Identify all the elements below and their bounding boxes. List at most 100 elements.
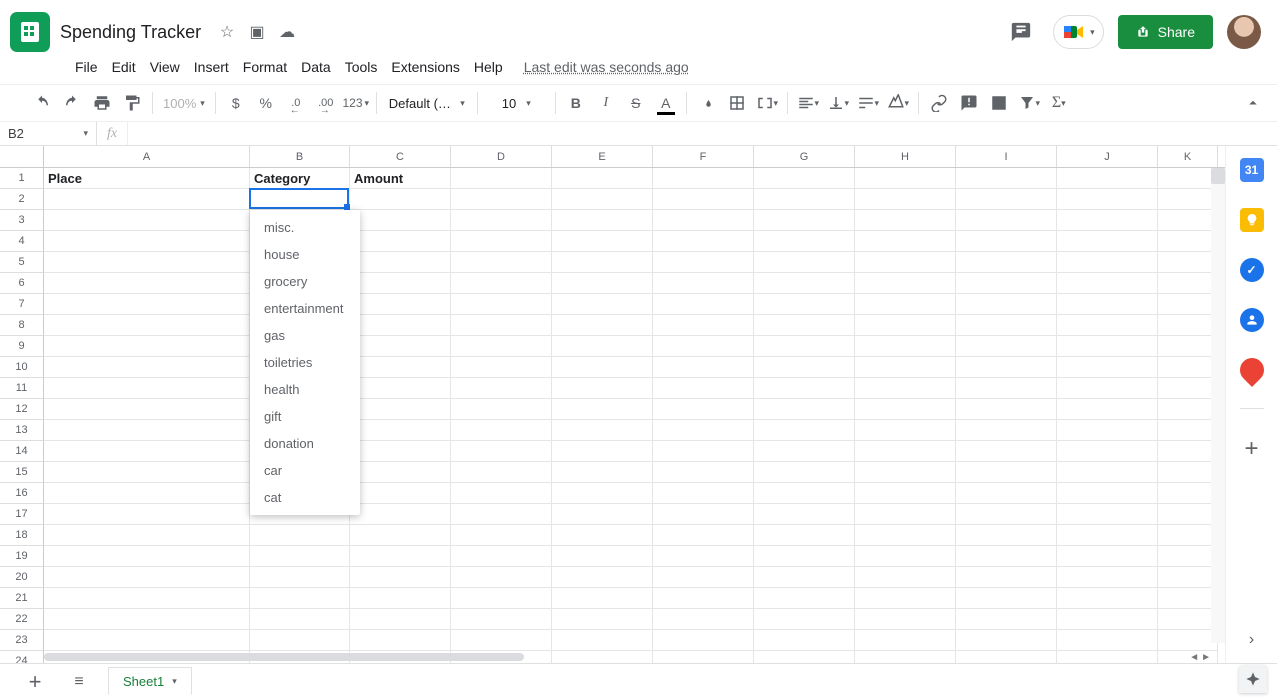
menu-help[interactable]: Help [467, 57, 510, 77]
row-header[interactable]: 20 [0, 567, 44, 588]
cell-B19[interactable] [250, 546, 350, 567]
cell-E11[interactable] [552, 378, 653, 399]
cell-K1[interactable] [1158, 168, 1218, 189]
formula-bar[interactable] [127, 122, 1277, 145]
cell-I14[interactable] [956, 441, 1057, 462]
cell-K18[interactable] [1158, 525, 1218, 546]
valign-button[interactable]: ▾ [824, 89, 852, 117]
cell-H19[interactable] [855, 546, 956, 567]
currency-button[interactable]: $ [222, 89, 250, 117]
add-addon-button[interactable]: + [1244, 435, 1258, 463]
document-title[interactable]: Spending Tracker [60, 22, 201, 43]
cell-C10[interactable] [350, 357, 451, 378]
row-header[interactable]: 8 [0, 315, 44, 336]
cell-D16[interactable] [451, 483, 552, 504]
row-header[interactable]: 11 [0, 378, 44, 399]
zoom-select[interactable]: 100%▾ [159, 96, 209, 111]
cell-A3[interactable] [44, 210, 250, 231]
cell-C15[interactable] [350, 462, 451, 483]
row-header[interactable]: 23 [0, 630, 44, 651]
row-header[interactable]: 21 [0, 588, 44, 609]
cell-E6[interactable] [552, 273, 653, 294]
merge-button[interactable]: ▾ [753, 89, 781, 117]
cell-K15[interactable] [1158, 462, 1218, 483]
cell-E14[interactable] [552, 441, 653, 462]
cell-H16[interactable] [855, 483, 956, 504]
row-header[interactable]: 19 [0, 546, 44, 567]
cell-G14[interactable] [754, 441, 855, 462]
cell-J11[interactable] [1057, 378, 1158, 399]
cell-F23[interactable] [653, 630, 754, 651]
cell-D18[interactable] [451, 525, 552, 546]
cell-I1[interactable] [956, 168, 1057, 189]
row-header[interactable]: 6 [0, 273, 44, 294]
cell-D11[interactable] [451, 378, 552, 399]
column-header-B[interactable]: B [250, 146, 350, 167]
functions-button[interactable]: Σ▾ [1045, 89, 1073, 117]
sheet-tab[interactable]: Sheet1 ▾ [108, 667, 192, 695]
cell-D1[interactable] [451, 168, 552, 189]
validation-dropdown[interactable]: misc.housegroceryentertainmentgastoiletr… [250, 210, 360, 515]
keep-icon[interactable] [1240, 208, 1264, 232]
cell-A17[interactable] [44, 504, 250, 525]
cell-D22[interactable] [451, 609, 552, 630]
cell-J13[interactable] [1057, 420, 1158, 441]
account-avatar[interactable] [1227, 15, 1261, 49]
cell-G22[interactable] [754, 609, 855, 630]
cell-H22[interactable] [855, 609, 956, 630]
cell-C16[interactable] [350, 483, 451, 504]
name-box[interactable]: B2 ▾ [0, 122, 97, 145]
cell-G4[interactable] [754, 231, 855, 252]
cell-E7[interactable] [552, 294, 653, 315]
menu-file[interactable]: File [68, 57, 105, 77]
cell-D19[interactable] [451, 546, 552, 567]
rotate-button[interactable]: ▾ [884, 89, 912, 117]
cell-E21[interactable] [552, 588, 653, 609]
cell-C19[interactable] [350, 546, 451, 567]
cell-J17[interactable] [1057, 504, 1158, 525]
cell-D14[interactable] [451, 441, 552, 462]
dropdown-item[interactable]: gift [250, 403, 360, 430]
cell-E2[interactable] [552, 189, 653, 210]
cell-E19[interactable] [552, 546, 653, 567]
cell-C2[interactable] [350, 189, 451, 210]
decrease-decimal-button[interactable]: .0← [282, 89, 310, 117]
cell-D10[interactable] [451, 357, 552, 378]
cell-J2[interactable] [1057, 189, 1158, 210]
cell-C9[interactable] [350, 336, 451, 357]
cell-K16[interactable] [1158, 483, 1218, 504]
cell-A12[interactable] [44, 399, 250, 420]
cell-K20[interactable] [1158, 567, 1218, 588]
cell-C20[interactable] [350, 567, 451, 588]
cell-H6[interactable] [855, 273, 956, 294]
cell-K11[interactable] [1158, 378, 1218, 399]
cell-I13[interactable] [956, 420, 1057, 441]
cell-C1[interactable]: Amount [350, 168, 451, 189]
cell-G5[interactable] [754, 252, 855, 273]
cell-H15[interactable] [855, 462, 956, 483]
cell-G1[interactable] [754, 168, 855, 189]
cell-D13[interactable] [451, 420, 552, 441]
cell-E20[interactable] [552, 567, 653, 588]
percent-button[interactable]: % [252, 89, 280, 117]
font-select[interactable]: Default (Ari...▾ [383, 96, 471, 111]
cell-F22[interactable] [653, 609, 754, 630]
cell-C13[interactable] [350, 420, 451, 441]
cell-J1[interactable] [1057, 168, 1158, 189]
cell-H11[interactable] [855, 378, 956, 399]
comments-icon[interactable] [1003, 14, 1039, 50]
cell-B2[interactable] [250, 189, 350, 210]
paint-format-button[interactable] [118, 89, 146, 117]
row-header[interactable]: 13 [0, 420, 44, 441]
row-header[interactable]: 18 [0, 525, 44, 546]
cell-K14[interactable] [1158, 441, 1218, 462]
cell-H23[interactable] [855, 630, 956, 651]
cell-E3[interactable] [552, 210, 653, 231]
cell-E4[interactable] [552, 231, 653, 252]
cell-F17[interactable] [653, 504, 754, 525]
cell-G20[interactable] [754, 567, 855, 588]
cell-D4[interactable] [451, 231, 552, 252]
cell-E16[interactable] [552, 483, 653, 504]
cell-G21[interactable] [754, 588, 855, 609]
maps-icon[interactable] [1235, 353, 1269, 387]
